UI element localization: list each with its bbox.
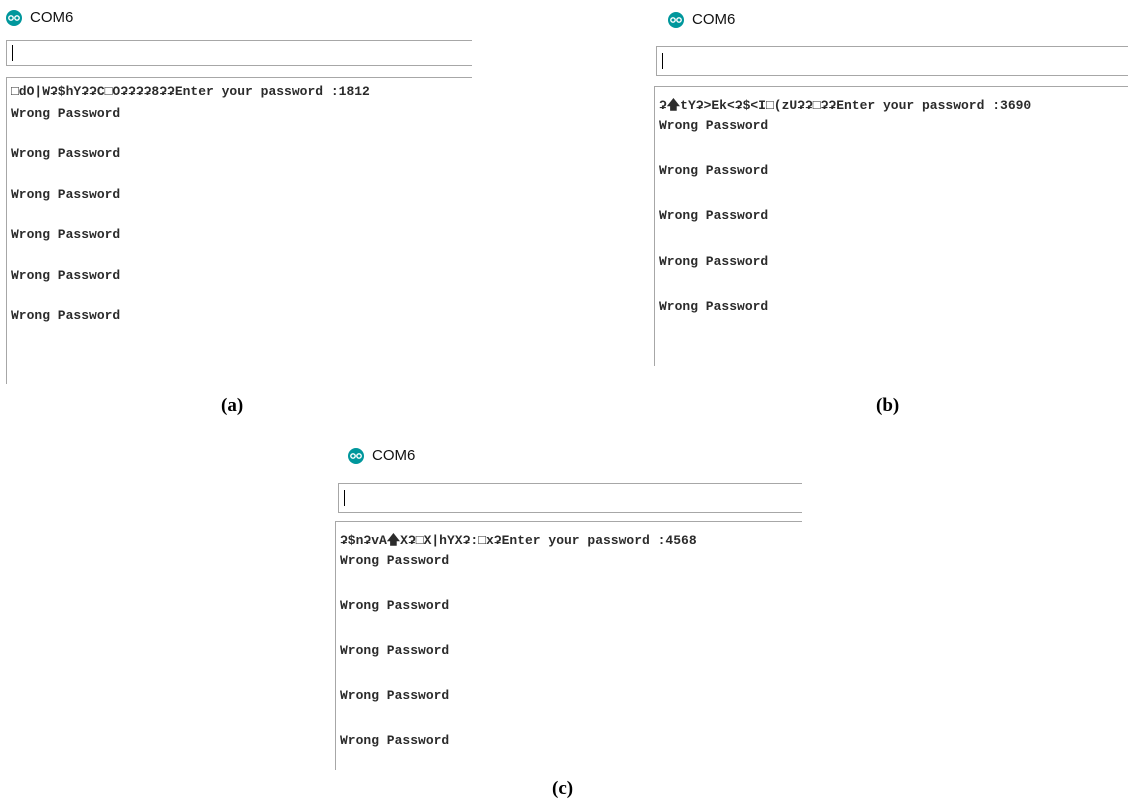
serial-monitor-panel-c: COM6 ʡ$nʡvA🡅Xʡ□X|hYXʡ:□xʡEnter your pass… [332, 440, 802, 770]
figure-caption-b: (b) [876, 395, 900, 416]
output-line: Wrong Password [11, 268, 121, 283]
output-line: Wrong Password [340, 733, 450, 748]
output-line: Wrong Password [659, 254, 769, 269]
figure-caption-c: (c) [552, 778, 574, 799]
output-line: Wrong Password [659, 208, 769, 223]
text-caret [344, 490, 345, 506]
title-bar: COM6 [332, 440, 802, 480]
serial-output: ʡ$nʡvA🡅Xʡ□X|hYXʡ:□xʡEnter your password … [335, 521, 802, 770]
window-title: COM6 [30, 9, 74, 26]
window-title: COM6 [692, 11, 736, 28]
window-title: COM6 [372, 447, 416, 464]
serial-monitor-panel-a: COM6 □dO|Wʡ$hYʡʡC□Oʡʡʡʡ8ʡʡEnter your pas… [0, 0, 472, 384]
arduino-logo-icon [668, 12, 684, 28]
output-line: Wrong Password [340, 643, 450, 658]
serial-output: □dO|Wʡ$hYʡʡC□Oʡʡʡʡ8ʡʡEnter your password… [6, 77, 472, 384]
output-line: Wrong Password [340, 553, 450, 568]
output-line: Wrong Password [659, 299, 769, 314]
output-line: Wrong Password [340, 598, 450, 613]
output-line: Wrong Password [11, 308, 121, 323]
output-line: Wrong Password [11, 227, 121, 242]
serial-output: ʡ🡅tYʡ>Ek<ʡ$<I□(zUʡʡ□ʡʡEnter your passwor… [654, 86, 1128, 366]
output-line: ʡ$nʡvA🡅Xʡ□X|hYXʡ:□xʡEnter your password … [340, 533, 697, 548]
arduino-logo-icon [6, 10, 22, 26]
send-input[interactable] [6, 40, 472, 66]
figure-caption-a: (a) [221, 395, 244, 416]
title-bar: COM6 [0, 0, 472, 40]
serial-monitor-panel-b: COM6 ʡ🡅tYʡ>Ek<ʡ$<I□(zUʡʡ□ʡʡEnter your pa… [648, 0, 1128, 366]
text-caret [662, 53, 663, 69]
arduino-logo-icon [348, 448, 364, 464]
send-input[interactable] [656, 46, 1128, 76]
output-line: Wrong Password [659, 163, 769, 178]
output-line: Wrong Password [340, 688, 450, 703]
output-line: □dO|Wʡ$hYʡʡC□Oʡʡʡʡ8ʡʡEnter your password… [11, 84, 370, 99]
text-caret [12, 45, 13, 61]
output-line: ʡ🡅tYʡ>Ek<ʡ$<I□(zUʡʡ□ʡʡEnter your passwor… [659, 98, 1032, 113]
title-bar: COM6 [648, 0, 1128, 40]
output-line: Wrong Password [11, 106, 121, 121]
output-line: Wrong Password [659, 118, 769, 133]
output-line: Wrong Password [11, 146, 121, 161]
output-line: Wrong Password [11, 187, 121, 202]
send-input[interactable] [338, 483, 802, 513]
